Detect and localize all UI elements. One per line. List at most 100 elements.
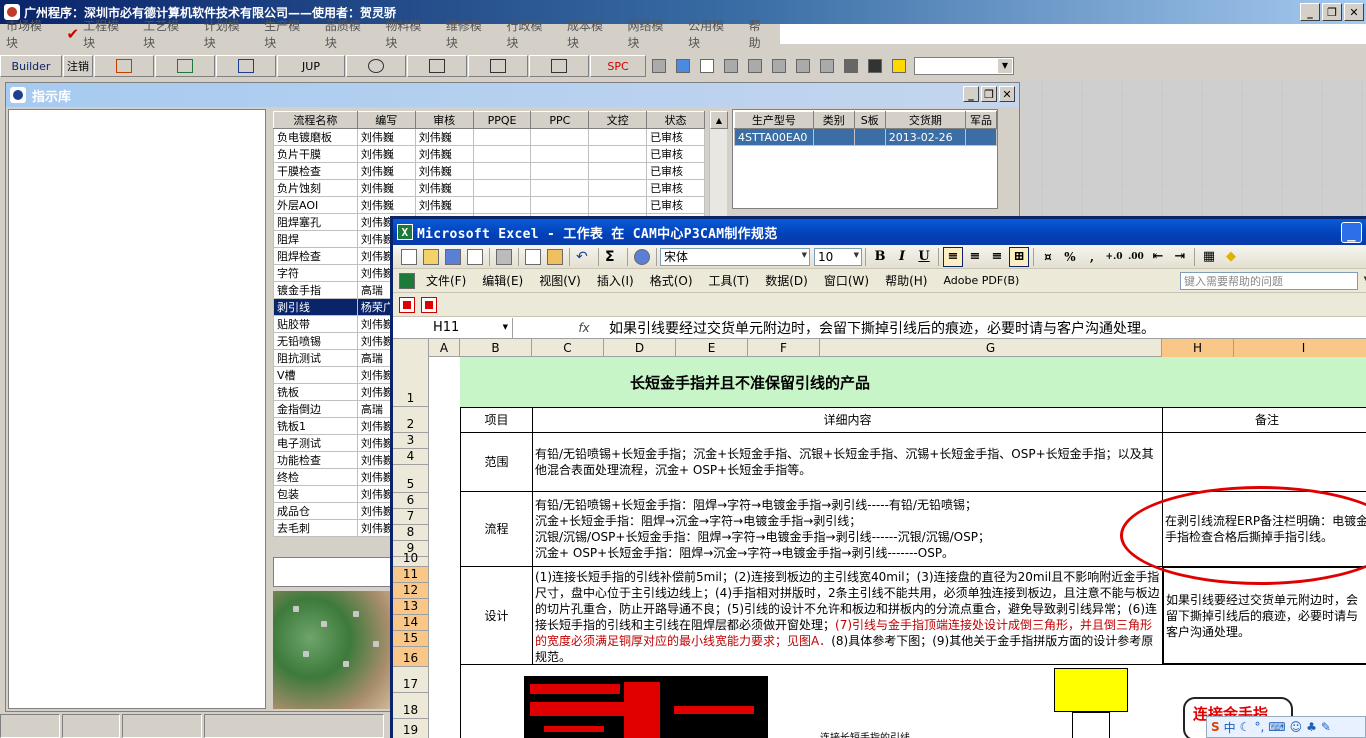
database-button[interactable] — [407, 55, 467, 77]
col-model[interactable]: 生产型号 — [734, 111, 814, 129]
menu-help[interactable]: 帮助(H) — [877, 272, 935, 289]
percent-icon[interactable]: % — [1060, 247, 1080, 267]
find-button[interactable] — [863, 55, 887, 77]
merge-center-icon[interactable]: ⊞ — [1009, 246, 1029, 267]
align-left-icon[interactable]: ≡ — [943, 246, 963, 267]
flow-label[interactable]: 流程 — [460, 491, 533, 567]
name-box[interactable]: H11 — [393, 317, 513, 338]
increase-decimal-icon[interactable]: +.0 — [1104, 247, 1124, 267]
design-text[interactable]: (1)连接长短手指的引线补偿前5mil；(2)连接到板边的主引线宽40mil；(… — [532, 566, 1163, 665]
col-header-e[interactable]: E — [676, 339, 748, 357]
view-button[interactable] — [346, 55, 406, 77]
product-row[interactable]: 4STTA00EA0 2013-02-26 — [734, 128, 997, 146]
pdf-icon[interactable] — [399, 296, 415, 313]
align-right-icon[interactable]: ≡ — [987, 247, 1007, 267]
col-military[interactable]: 军品 — [965, 111, 997, 129]
flow-row[interactable]: 负片蚀刻 刘伟巍 刘伟巍 已审核 — [273, 179, 705, 197]
design-note[interactable]: 如果引线要经过交货单元附边时，会留下撕掉引线后的痕迹，必要时请与客户沟通处理。 — [1162, 566, 1366, 665]
menu-market[interactable]: 市场模块 — [0, 17, 61, 51]
library-close-button[interactable]: ✕ — [999, 86, 1015, 102]
row-header[interactable]: 12 — [393, 583, 428, 599]
align-center-icon[interactable]: ≡ — [965, 247, 985, 267]
scope-text[interactable]: 有铅/无铅喷锡+长短金手指；沉金+长短金手指、沉银+长短金手指、沉锡+长短金手指… — [532, 432, 1163, 492]
formula-input[interactable]: 如果引线要经过交货单元附边时，会留下撕掉引线后的痕迹，必要时请与客户沟通处理。 — [609, 318, 1155, 338]
library-tree-panel[interactable] — [8, 109, 266, 709]
menu-material[interactable]: 物料模块 — [379, 17, 440, 51]
col-category[interactable]: 类别 — [812, 111, 855, 129]
menu-view[interactable]: 视图(V) — [531, 272, 589, 289]
col-flow-name[interactable]: 流程名称 — [273, 111, 358, 129]
menu-data[interactable]: 数据(D) — [757, 272, 816, 289]
menu-plan[interactable]: 计划模块 — [198, 17, 259, 51]
paste-icon[interactable] — [547, 248, 563, 265]
row-header[interactable]: 6 — [393, 493, 428, 509]
col-header-b[interactable]: B — [460, 339, 532, 357]
col-header-f[interactable]: F — [748, 339, 820, 357]
col-doc-control[interactable]: 文控 — [588, 111, 648, 129]
toolbar-combo[interactable] — [914, 57, 1014, 75]
menu-insert[interactable]: 插入(I) — [589, 272, 642, 289]
minimize-button[interactable]: _ — [1300, 3, 1320, 21]
new-button[interactable] — [695, 55, 719, 77]
flow-row[interactable]: 负片干膜 刘伟巍 刘伟巍 已审核 — [273, 145, 705, 163]
col-status[interactable]: 状态 — [646, 111, 705, 129]
ime-toolbar[interactable]: S 中 ☾ °, ⌨ ☺ ♣ ✎ — [1206, 716, 1366, 738]
row-header[interactable]: 18 — [393, 693, 428, 719]
borders-icon[interactable]: ▦ — [1199, 247, 1219, 267]
excel-button[interactable] — [155, 55, 215, 77]
menu-process[interactable]: 工艺模块 — [137, 17, 198, 51]
row-header[interactable]: 11 — [393, 567, 428, 583]
row-header[interactable]: 13 — [393, 599, 428, 615]
print-button[interactable] — [839, 55, 863, 77]
fx-icon[interactable]: fx — [559, 321, 609, 335]
library-restore-button[interactable]: ❐ — [981, 86, 997, 102]
undo-button[interactable] — [791, 55, 815, 77]
menu-maintenance[interactable]: 维修模块 — [440, 17, 501, 51]
col-s-board[interactable]: S板 — [853, 111, 886, 129]
underline-button[interactable]: U — [914, 247, 934, 267]
col-ppc[interactable]: PPC — [530, 111, 590, 129]
pdf-mail-icon[interactable] — [421, 296, 437, 313]
row-header[interactable]: 5 — [393, 465, 428, 493]
currency-icon[interactable]: ¤ — [1038, 247, 1058, 267]
menu-adobe-pdf[interactable]: Adobe PDF(B) — [935, 274, 1027, 287]
save-button[interactable] — [767, 55, 791, 77]
col-ppqe[interactable]: PPQE — [472, 111, 532, 129]
col-header-h[interactable]: H — [1162, 339, 1234, 357]
scope-note[interactable] — [1162, 432, 1366, 492]
menu-network[interactable]: 网络模块 — [622, 17, 683, 51]
restore-button[interactable]: ❐ — [1322, 3, 1342, 21]
sheet-title[interactable]: 长短金手指并且不准保留引线的产品 — [460, 357, 1366, 407]
menu-tools[interactable]: 工具(T) — [701, 272, 758, 289]
row-header[interactable]: 1 — [393, 357, 428, 407]
cut-icon[interactable] — [525, 248, 541, 265]
decrease-decimal-icon[interactable]: .00 — [1126, 247, 1146, 267]
col-header-i[interactable]: I — [1234, 339, 1366, 357]
flow-row[interactable]: 干膜检查 刘伟巍 刘伟巍 已审核 — [273, 162, 705, 180]
col-header-a[interactable]: A — [429, 339, 460, 357]
delete-button[interactable] — [743, 55, 767, 77]
ie-button[interactable] — [671, 55, 695, 77]
menu-edit[interactable]: 编辑(E) — [474, 272, 531, 289]
menu-quality[interactable]: 品质模块 — [319, 17, 380, 51]
header-note[interactable]: 备注 — [1162, 407, 1366, 433]
flow-note[interactable]: 在剥引线流程ERP备注栏明确：电镀金手指检查合格后撕掉手指引线。 — [1162, 491, 1366, 567]
cut-button[interactable] — [719, 55, 743, 77]
indent-icon[interactable]: ⇥ — [1170, 247, 1190, 267]
fill-color-icon[interactable]: ◆ — [1221, 247, 1241, 267]
tools-button[interactable] — [468, 55, 528, 77]
excel-doc-icon[interactable] — [399, 272, 415, 289]
col-header-g[interactable]: G — [820, 339, 1162, 357]
menu-engineering[interactable]: ✔ 工程模块 — [61, 17, 138, 51]
calc-button[interactable] — [647, 55, 671, 77]
print-icon[interactable] — [496, 248, 512, 265]
italic-button[interactable]: I — [892, 247, 912, 267]
jup-button[interactable]: JUP — [277, 55, 345, 77]
help-button[interactable] — [887, 55, 911, 77]
row-header[interactable]: 3 — [393, 433, 428, 449]
bold-button[interactable]: B — [870, 247, 890, 267]
computer-button[interactable] — [529, 55, 589, 77]
comma-icon[interactable]: , — [1082, 247, 1102, 267]
undo-icon[interactable]: ↶ — [576, 249, 592, 265]
scroll-up-icon[interactable]: ▲ — [710, 111, 728, 129]
